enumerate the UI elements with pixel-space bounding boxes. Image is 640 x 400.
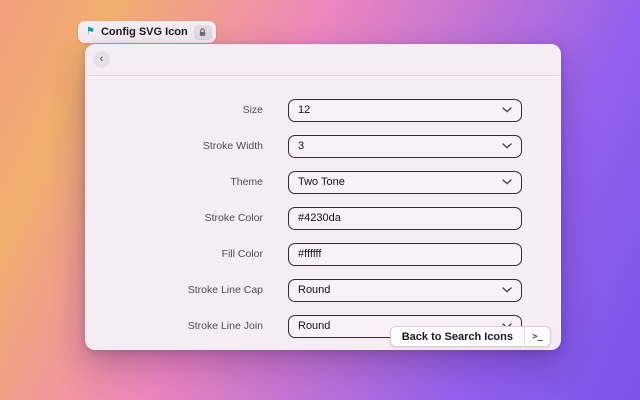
size-select[interactable]: 12 <box>288 98 522 122</box>
size-value: 12 <box>298 104 311 116</box>
theme-label: Theme <box>230 176 263 188</box>
chevron-down-icon <box>502 107 512 113</box>
stroke-width-value: 3 <box>298 140 305 152</box>
form-row-stroke-color: Stroke Color <box>85 200 561 236</box>
flag-icon: ⚑ <box>86 26 95 37</box>
stroke-line-cap-value: Round <box>298 284 331 296</box>
chevron-down-icon <box>502 143 512 149</box>
fill-color-label: Fill Color <box>221 248 263 260</box>
stroke-width-select[interactable]: 3 <box>288 134 522 158</box>
form-row-stroke-width: Stroke Width 3 <box>85 128 561 164</box>
stroke-color-label: Stroke Color <box>204 212 263 224</box>
terminal-prompt-icon: >_ <box>532 331 543 342</box>
form-row-size: Size 12 <box>85 92 561 128</box>
stroke-color-input[interactable] <box>288 206 522 230</box>
back-to-search-button[interactable]: Back to Search Icons <box>391 327 524 346</box>
stroke-width-label: Stroke Width <box>202 140 263 152</box>
form-row-fill-color: Fill Color <box>85 236 561 272</box>
fill-color-input[interactable] <box>288 242 522 266</box>
chevron-down-icon <box>502 287 512 293</box>
config-window: ‹ Size 12 Stroke Width 3 Theme Two Tone … <box>85 44 561 350</box>
config-tab[interactable]: ⚑ Config SVG Icon <box>78 21 216 43</box>
lock-button[interactable] <box>193 24 212 40</box>
footer-button-group: Back to Search Icons >_ <box>389 326 551 347</box>
back-button[interactable]: ‹ <box>93 51 110 68</box>
tab-title: Config SVG Icon <box>100 26 188 38</box>
terminal-button[interactable]: >_ <box>524 327 550 346</box>
theme-value: Two Tone <box>298 176 345 188</box>
stroke-line-cap-label: Stroke Line Cap <box>187 284 263 296</box>
chevron-down-icon <box>502 179 512 185</box>
size-label: Size <box>242 104 263 116</box>
theme-select[interactable]: Two Tone <box>288 170 522 194</box>
form-row-theme: Theme Two Tone <box>85 164 561 200</box>
stroke-line-join-label: Stroke Line Join <box>187 320 263 332</box>
window-header: ‹ <box>85 44 561 76</box>
config-form: Size 12 Stroke Width 3 Theme Two Tone St… <box>85 76 561 344</box>
stroke-line-cap-select[interactable]: Round <box>288 278 522 302</box>
form-row-stroke-line-cap: Stroke Line Cap Round <box>85 272 561 308</box>
lock-icon <box>198 25 207 40</box>
